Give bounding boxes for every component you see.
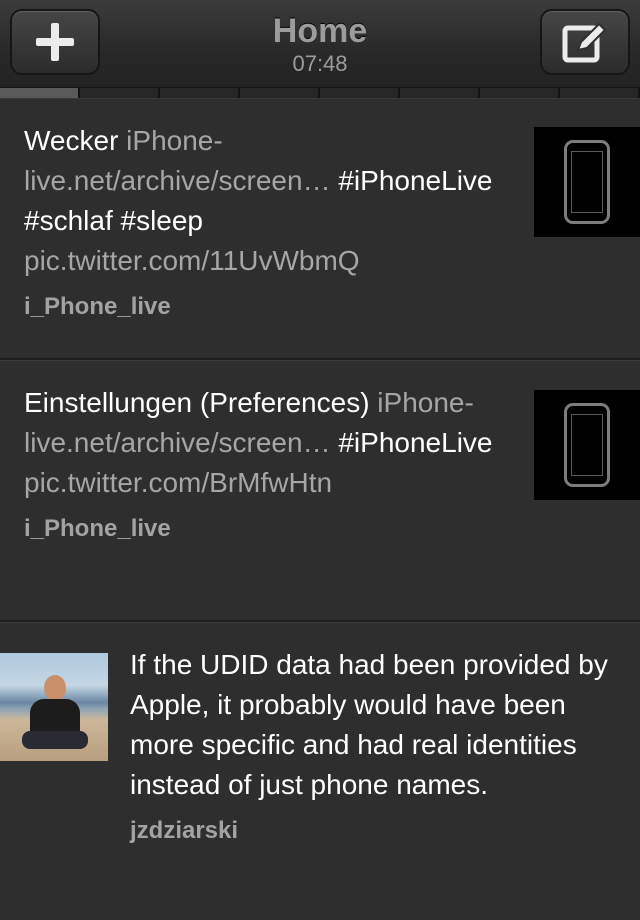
- page-indicator-segment[interactable]: [560, 88, 640, 98]
- tweet-body: Wecker iPhone-live.net/archive/screen… #…: [24, 121, 504, 321]
- tweet-cell[interactable]: If the UDID data had been provided by Ap…: [0, 622, 640, 920]
- clock-time: 07:48: [292, 51, 348, 76]
- avatar-legs: [22, 731, 88, 749]
- tweet-text-part: Wecker: [24, 125, 127, 156]
- page-indicator-segment[interactable]: [480, 88, 560, 98]
- page-title: Home: [272, 12, 368, 50]
- compose-icon: [562, 22, 607, 63]
- tweet-body: Einstellungen (Preferences) iPhone-live.…: [24, 383, 504, 543]
- page-indicator-segment[interactable]: [240, 88, 320, 98]
- page-indicator-strip: [0, 88, 640, 98]
- phone-screenshot-thumbnail[interactable]: [534, 390, 640, 500]
- phone-screenshot-thumbnail[interactable]: [534, 127, 640, 237]
- tweet-link[interactable]: pic.twitter.com/BrMfwHtn: [24, 467, 332, 498]
- tweet-body: If the UDID data had been provided by Ap…: [130, 645, 620, 845]
- page-indicator-segment[interactable]: [160, 88, 240, 98]
- tweet-timeline: Wecker iPhone-live.net/archive/screen… #…: [0, 98, 640, 920]
- tweet-text-part: Einstellungen (Preferences): [24, 387, 378, 418]
- tweet-text: If the UDID data had been provided by Ap…: [130, 649, 608, 800]
- page-indicator-segment[interactable]: [0, 88, 80, 98]
- tweet-text: Wecker iPhone-live.net/archive/screen… #…: [24, 121, 504, 281]
- navigation-bar: Home 07:48: [0, 0, 640, 88]
- new-tweet-button[interactable]: [10, 9, 100, 75]
- page-indicator-segment[interactable]: [400, 88, 480, 98]
- tweet-cell[interactable]: Wecker iPhone-live.net/archive/screen… #…: [0, 98, 640, 360]
- compose-button[interactable]: [540, 9, 630, 75]
- user-avatar[interactable]: [0, 653, 108, 761]
- tweet-link[interactable]: pic.twitter.com/11UvWbmQ: [24, 245, 360, 276]
- phone-icon: [564, 140, 610, 224]
- tweet-author[interactable]: jzdziarski: [130, 817, 620, 845]
- avatar-head: [44, 675, 66, 701]
- tweet-author[interactable]: i_Phone_live: [24, 515, 504, 543]
- plus-icon: [36, 23, 74, 61]
- page-indicator-segment[interactable]: [320, 88, 400, 98]
- page-indicator-segment[interactable]: [80, 88, 160, 98]
- tweet-author[interactable]: i_Phone_live: [24, 293, 504, 321]
- phone-icon: [564, 403, 610, 487]
- tweet-text: Einstellungen (Preferences) iPhone-live.…: [24, 383, 504, 503]
- tweet-hashtags[interactable]: #iPhoneLive: [331, 427, 492, 458]
